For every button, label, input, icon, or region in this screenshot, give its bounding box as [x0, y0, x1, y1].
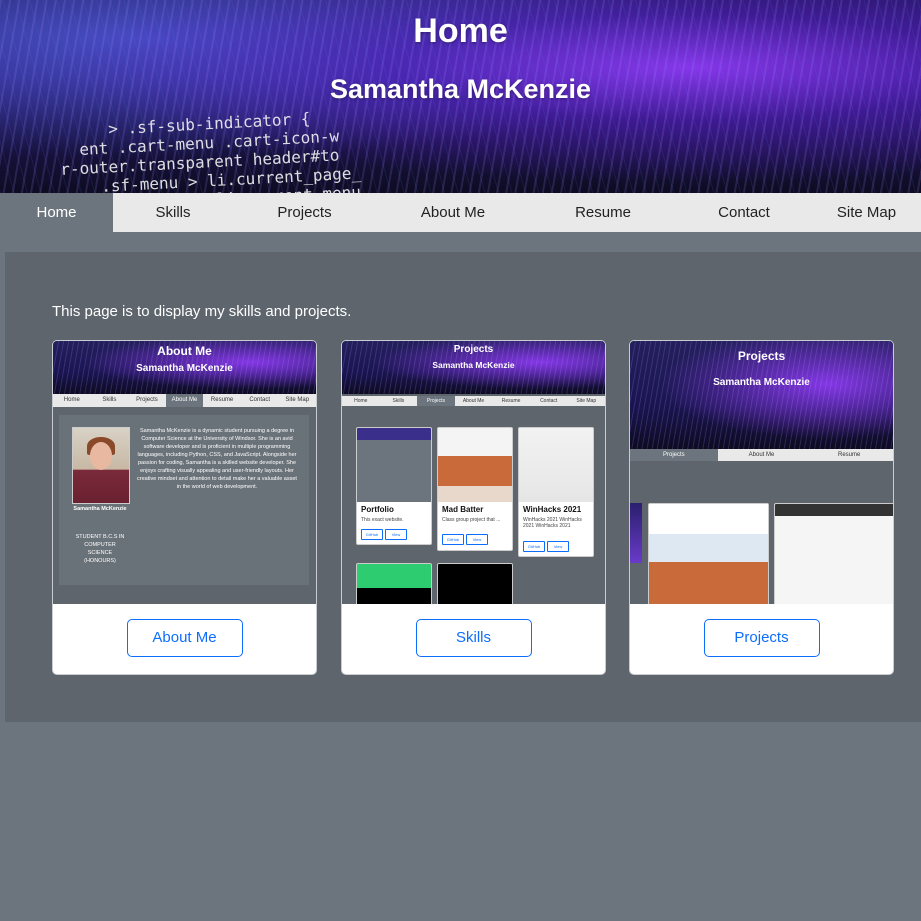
project-image: [357, 588, 431, 604]
thumb-subtitle: Samantha McKenzie: [713, 377, 810, 388]
thumb-nav-item: Site Map: [285, 397, 310, 403]
nav-skills[interactable]: Skills: [113, 193, 233, 232]
thumb-nav-item: Site Map: [576, 398, 597, 404]
projects-button[interactable]: Projects: [703, 619, 820, 657]
github-button[interactable]: GitHub: [523, 541, 545, 552]
thumb-subtitle: Samantha McKenzie: [432, 360, 515, 370]
partial-banner-left: [630, 503, 642, 563]
main-nav: Home Skills Projects About Me Resume Con…: [0, 193, 921, 232]
thumb-nav-item: Home: [354, 398, 368, 404]
avatar: [72, 427, 130, 504]
page-title: Home: [413, 12, 508, 50]
avatar-face: [90, 442, 112, 470]
thumb-nav-item: Resume: [501, 398, 521, 404]
thumb-nav-item: About Me: [748, 452, 775, 458]
thumb-nav-item: Contact: [249, 397, 271, 403]
view-button[interactable]: View: [547, 541, 569, 552]
thumb-nav: Home Skills Projects About Me Resume Con…: [53, 394, 316, 407]
nav-home[interactable]: Home: [0, 193, 113, 232]
page-subtitle: Samantha McKenzie: [329, 74, 592, 104]
thumb-nav-item: About Me: [165, 394, 204, 407]
nav-resume[interactable]: Resume: [530, 193, 676, 232]
thumb-nav-item: Projects: [630, 449, 718, 461]
thumb-nav: Home Skills Projects About Me Resume Con…: [342, 396, 605, 406]
thumb-title: Projects: [737, 349, 786, 363]
github-button[interactable]: GitHub: [361, 529, 383, 540]
project-card-dark: [437, 563, 513, 604]
thumb-nav: Projects About Me Resume: [630, 449, 893, 461]
thumb-nav-item: Home: [63, 397, 80, 403]
thumb-nav-item: Projects: [136, 397, 158, 403]
header-banner: > .sf-sub-indicator { ent .cart-menu .ca…: [0, 0, 921, 193]
about-me-button[interactable]: About Me: [126, 619, 243, 657]
nav-site-map[interactable]: Site Map: [812, 193, 921, 232]
card-projects: Projects Samantha McKenzie Projects Abou…: [629, 340, 894, 675]
github-button[interactable]: GitHub: [442, 534, 464, 545]
project-image: [775, 516, 893, 604]
intro-text: This page is to display my skills and pr…: [52, 303, 352, 320]
thumb-subtitle: Samantha McKenzie: [136, 363, 233, 374]
nav-projects[interactable]: Projects: [233, 193, 376, 232]
project-title: Mad Batter: [442, 505, 484, 514]
nav-about-me[interactable]: About Me: [376, 193, 530, 232]
project-title: Portfolio: [361, 505, 394, 514]
project-title: WinHacks 2021: [523, 505, 582, 514]
card-skills: Projects Samantha McKenzie Home Skills P…: [341, 340, 606, 675]
project-desc: Class group project that ...: [442, 517, 501, 523]
thumb-title: About Me: [157, 344, 212, 358]
projects-thumbnail[interactable]: Projects Samantha McKenzie Projects Abou…: [630, 341, 893, 604]
thumb-nav-item: Contact: [540, 398, 558, 404]
about-me-thumbnail[interactable]: About Me Samantha McKenzie Home Skills P…: [53, 341, 316, 604]
about-name: Samantha McKenzie: [73, 506, 127, 512]
project-card-portfolio: Portfolio This exact website. GitHub Vie…: [356, 427, 432, 545]
thumb-nav-item: Projects: [417, 396, 455, 406]
project-image: [519, 428, 593, 502]
skills-thumbnail[interactable]: Projects Samantha McKenzie Home Skills P…: [342, 341, 605, 604]
thumb-nav-item: Skills: [102, 397, 117, 403]
project-card-mad-batter: Mad Batter Class group project that ... …: [437, 427, 513, 551]
thumb-nav-item: Skills: [392, 398, 405, 404]
project-preview-winhacks: [774, 503, 893, 604]
project-image: [357, 428, 431, 502]
project-card-winhacks: WinHacks 2021 WinHacks 2021 WinHacks 202…: [518, 427, 594, 557]
view-button[interactable]: View: [385, 529, 407, 540]
project-desc: WinHacks 2021 WinHacks 2021 WinHacks 202…: [523, 517, 582, 529]
card-about-me: About Me Samantha McKenzie Home Skills P…: [52, 340, 317, 675]
project-header: [775, 504, 893, 516]
project-preview-mad-batter: [648, 503, 769, 604]
thumb-title: Projects: [453, 344, 494, 355]
thumb-nav-item: Resume: [210, 397, 234, 403]
view-button[interactable]: View: [466, 534, 488, 545]
project-desc: This exact website.: [361, 517, 404, 523]
thumb-nav-item: Resume: [838, 452, 861, 458]
about-box: Samantha McKenzie STUDENT B.C.S IN COMPU…: [59, 415, 309, 585]
nav-contact[interactable]: Contact: [676, 193, 812, 232]
about-bio: Samantha McKenzie is a dynamic student p…: [137, 428, 297, 490]
project-image: [649, 504, 768, 604]
project-image: [438, 428, 512, 502]
skills-button[interactable]: Skills: [415, 619, 532, 657]
about-role: STUDENT B.C.S IN COMPUTER SCIENCE (HONOU…: [75, 534, 125, 564]
thumb-nav-item: About Me: [462, 398, 485, 404]
project-card-game: [356, 563, 432, 604]
